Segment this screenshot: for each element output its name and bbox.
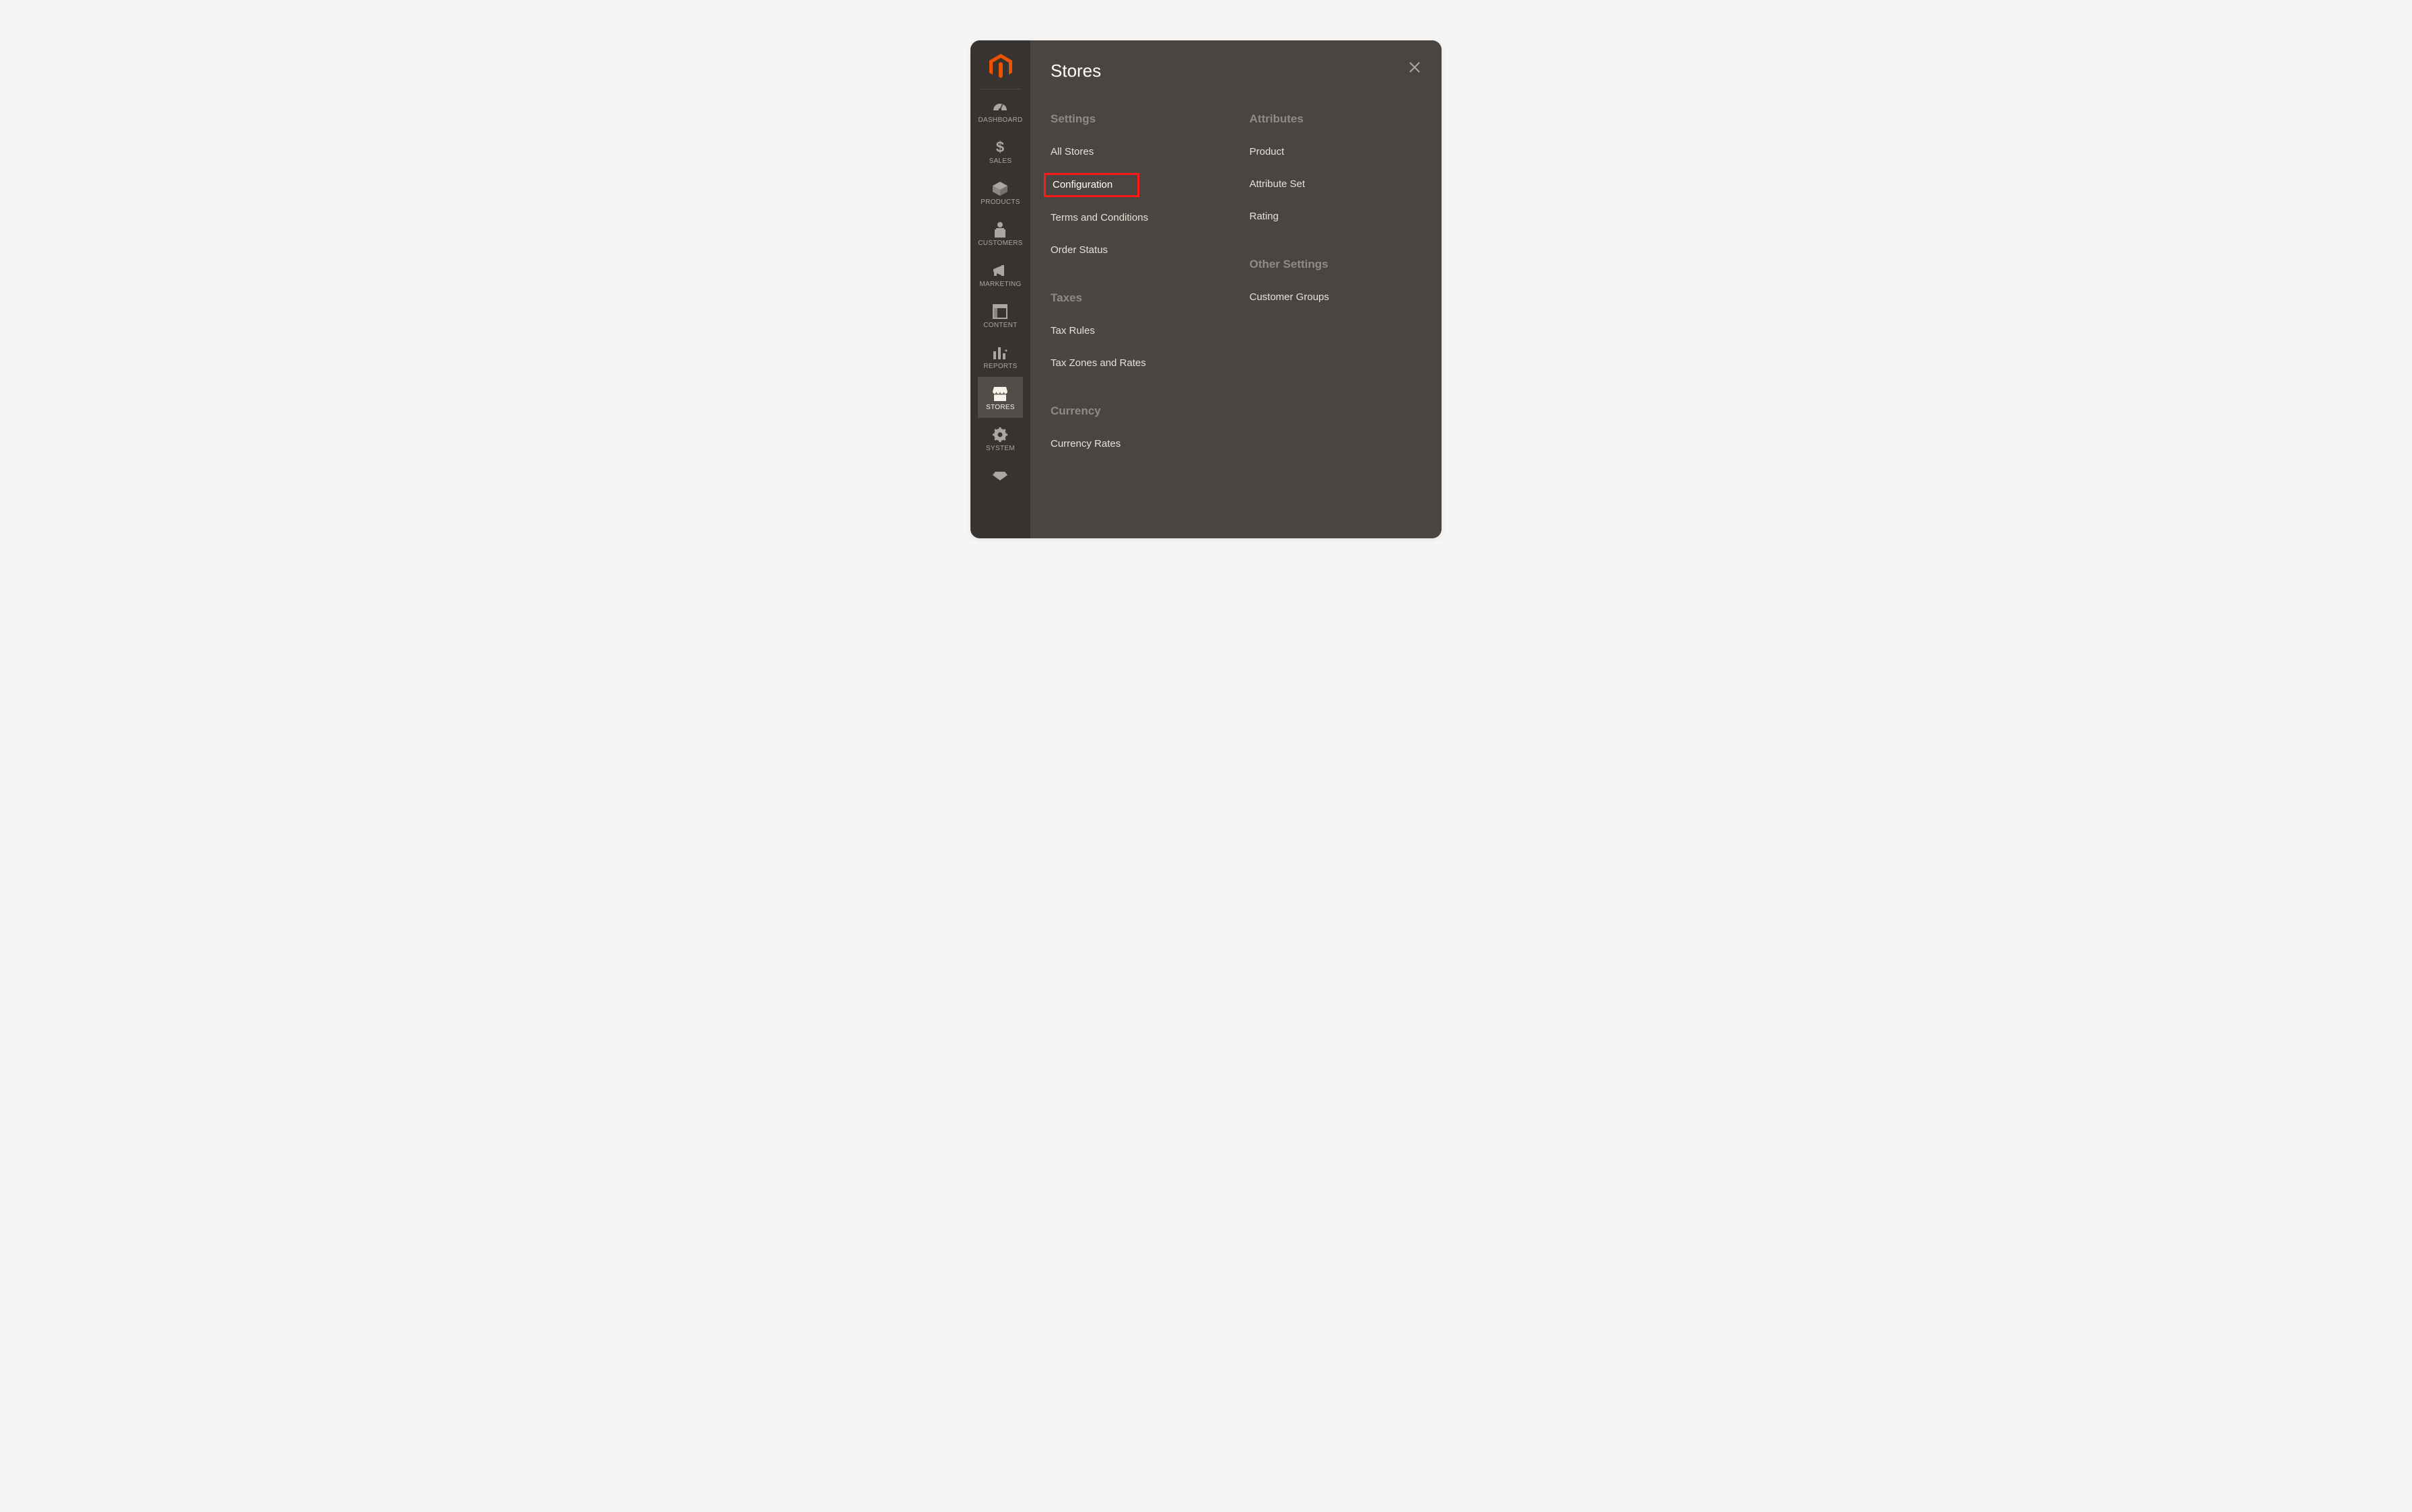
menu-group: Attributes Product Attribute Set Rating: [1250, 112, 1422, 223]
menu-link-product[interactable]: Product: [1250, 146, 1422, 158]
person-icon: [991, 222, 1009, 237]
nav-item-label: STORES: [986, 404, 1015, 411]
flyout-column-left: SettingsAll StoresConfigurationTerms and…: [1051, 112, 1223, 485]
menu-link-all-stores[interactable]: All Stores: [1051, 146, 1223, 158]
bar-chart-icon: [991, 345, 1009, 360]
magento-logo[interactable]: [981, 40, 1021, 89]
nav-item-sales[interactable]: $ SALES: [978, 131, 1022, 172]
nav-item-label: DASHBOARD: [978, 116, 1022, 124]
nav-item-label: PRODUCTS: [981, 199, 1020, 206]
menu-group-heading: Attributes: [1250, 112, 1422, 126]
menu-group: Taxes Tax Rules Tax Zones and Rates: [1051, 291, 1223, 369]
gear-icon: [991, 427, 1009, 442]
close-flyout-button[interactable]: [1407, 59, 1423, 75]
admin-sidebar: DASHBOARD $ SALES PRODUCTS CUSTOMERS MARKETIN…: [970, 40, 1030, 538]
nav-item-dashboard[interactable]: DASHBOARD: [978, 89, 1022, 131]
nav-item-label: CUSTOMERS: [978, 240, 1022, 247]
nav-item-label: CONTENT: [983, 322, 1017, 329]
menu-group: Currency Currency Rates: [1051, 404, 1223, 450]
nav-item-label: MARKETING: [979, 281, 1021, 288]
nav-item-products[interactable]: PRODUCTS: [978, 172, 1022, 213]
nav-item-partners[interactable]: [978, 459, 1022, 486]
nav-item-label: REPORTS: [983, 363, 1017, 370]
nav-item-label: SYSTEM: [986, 445, 1015, 452]
menu-link-attribute-set[interactable]: Attribute Set: [1250, 178, 1422, 190]
nav-item-stores[interactable]: STORES: [978, 377, 1022, 418]
dashboard-icon: [991, 99, 1009, 114]
menu-group-heading: Settings: [1051, 112, 1223, 126]
flyout-title: Stores: [1051, 61, 1421, 81]
layout-icon: [991, 304, 1009, 319]
flyout-columns: SettingsAll StoresConfigurationTerms and…: [1051, 112, 1421, 485]
nav-item-customers[interactable]: CUSTOMERS: [978, 213, 1022, 254]
menu-group: SettingsAll StoresConfigurationTerms and…: [1051, 112, 1223, 256]
nav-item-label: SALES: [989, 157, 1012, 165]
diamond-icon: [991, 468, 1009, 483]
menu-link-customer-groups[interactable]: Customer Groups: [1250, 291, 1422, 303]
box-icon: [991, 181, 1009, 196]
close-icon: [1408, 61, 1421, 74]
nav-item-reports[interactable]: REPORTS: [978, 336, 1022, 377]
menu-group-heading: Currency: [1051, 404, 1223, 418]
menu-link-terms-and-conditions[interactable]: Terms and Conditions: [1051, 212, 1223, 224]
dollar-icon: $: [991, 140, 1009, 155]
svg-text:$: $: [996, 139, 1004, 155]
menu-link-currency-rates[interactable]: Currency Rates: [1051, 438, 1223, 450]
menu-group: Other Settings Customer Groups: [1250, 258, 1422, 303]
nav-item-content[interactable]: CONTENT: [978, 295, 1022, 336]
menu-link-tax-rules[interactable]: Tax Rules: [1051, 325, 1223, 337]
menu-link-tax-zones-and-rates[interactable]: Tax Zones and Rates: [1051, 357, 1223, 369]
nav-item-marketing[interactable]: MARKETING: [978, 254, 1022, 295]
flyout-column-right: Attributes Product Attribute Set Rating Othe…: [1250, 112, 1422, 485]
menu-link-rating[interactable]: Rating: [1250, 211, 1422, 223]
menu-link-configuration[interactable]: Configuration: [1044, 173, 1139, 197]
megaphone-icon: [991, 263, 1009, 278]
menu-group-heading: Taxes: [1051, 291, 1223, 305]
storefront-icon: [991, 386, 1009, 401]
admin-window: DASHBOARD $ SALES PRODUCTS CUSTOMERS MARKETIN…: [970, 40, 1442, 538]
menu-link-order-status[interactable]: Order Status: [1051, 244, 1223, 256]
nav-item-system[interactable]: SYSTEM: [978, 418, 1022, 459]
stores-flyout-panel: Stores Settings All Stores Configuration Te…: [1030, 40, 1442, 538]
menu-group-heading: Other Settings: [1250, 258, 1422, 271]
